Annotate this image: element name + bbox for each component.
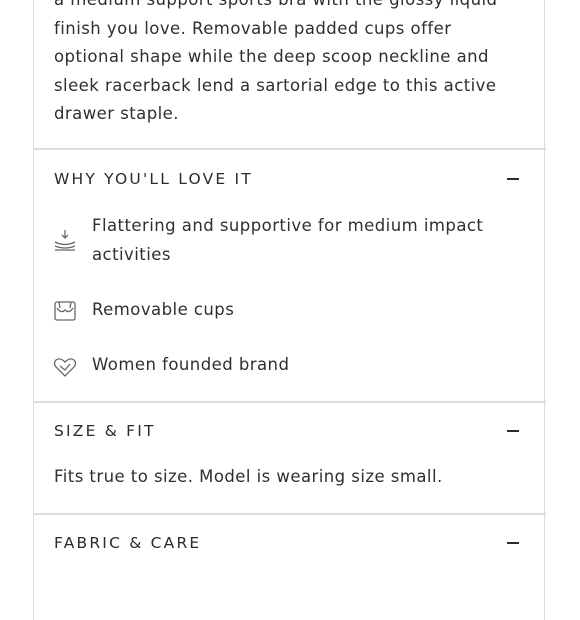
divider [33,148,546,150]
why-love-title: WHY YOU'LL LOVE IT [54,170,253,188]
feature-text: Women founded brand [92,355,290,374]
fabric-care-title: FABRIC & CARE [54,534,202,552]
size-fit-title: SIZE & FIT [54,422,156,440]
size-fit-collapse-button[interactable] [498,419,528,443]
minus-icon [507,178,519,180]
minus-icon [507,430,519,432]
feature-text: Flattering and supportive for medium imp… [92,216,484,264]
divider [33,401,546,403]
bra-cups-icon [54,301,76,321]
product-description: a medium support sports bra with the glo… [54,0,497,123]
feature-text: Removable cups [92,300,235,319]
why-love-collapse-button[interactable] [498,167,528,191]
impact-level-icon [54,230,76,251]
divider [33,513,546,515]
fabric-care-collapse-button[interactable] [498,531,528,555]
heart-hands-icon [53,358,77,377]
minus-icon [507,542,519,544]
size-fit-text: Fits true to size. Model is wearing size… [54,467,443,486]
